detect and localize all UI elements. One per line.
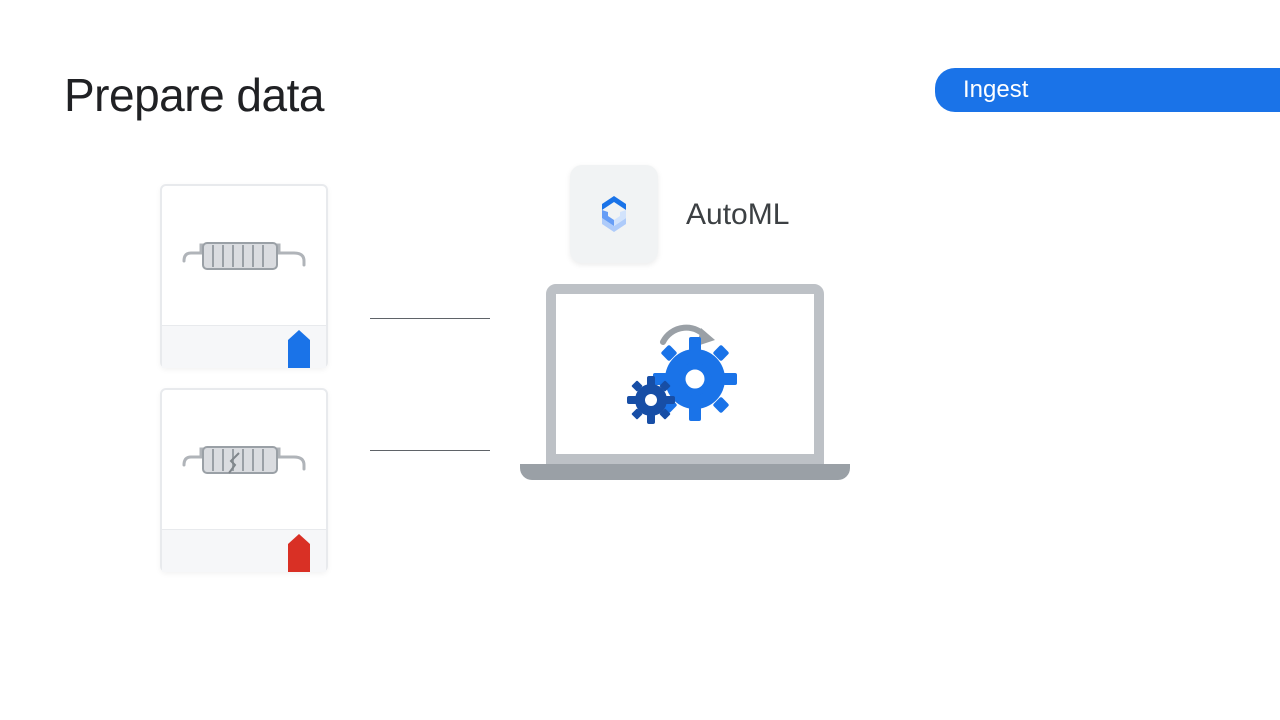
laptop-screen — [546, 284, 824, 464]
sample-image-defect — [162, 390, 326, 530]
muffler-part-icon — [179, 231, 309, 281]
automl-logo-icon — [590, 190, 638, 238]
sample-card-good — [160, 184, 328, 368]
ingest-pill: Ingest — [935, 68, 1280, 112]
tag-marker-defect-icon — [288, 534, 310, 572]
sample-footer-good — [162, 326, 326, 368]
sample-footer-defect — [162, 530, 326, 572]
connector-line-defect — [370, 450, 490, 451]
gear-large-icon — [653, 337, 737, 421]
laptop-illustration — [520, 284, 850, 480]
muffler-part-broken-icon — [179, 435, 309, 485]
sample-image-good — [162, 186, 326, 326]
automl-badge — [570, 165, 658, 263]
ingest-pill-label: Ingest — [963, 76, 1028, 103]
laptop-base — [520, 464, 850, 480]
sample-card-defect — [160, 388, 328, 572]
tag-marker-good-icon — [288, 330, 310, 368]
gear-small-icon — [627, 376, 675, 424]
connector-line-good — [370, 318, 490, 319]
page-title: Prepare data — [64, 68, 324, 122]
automl-label: AutoML — [686, 198, 789, 232]
